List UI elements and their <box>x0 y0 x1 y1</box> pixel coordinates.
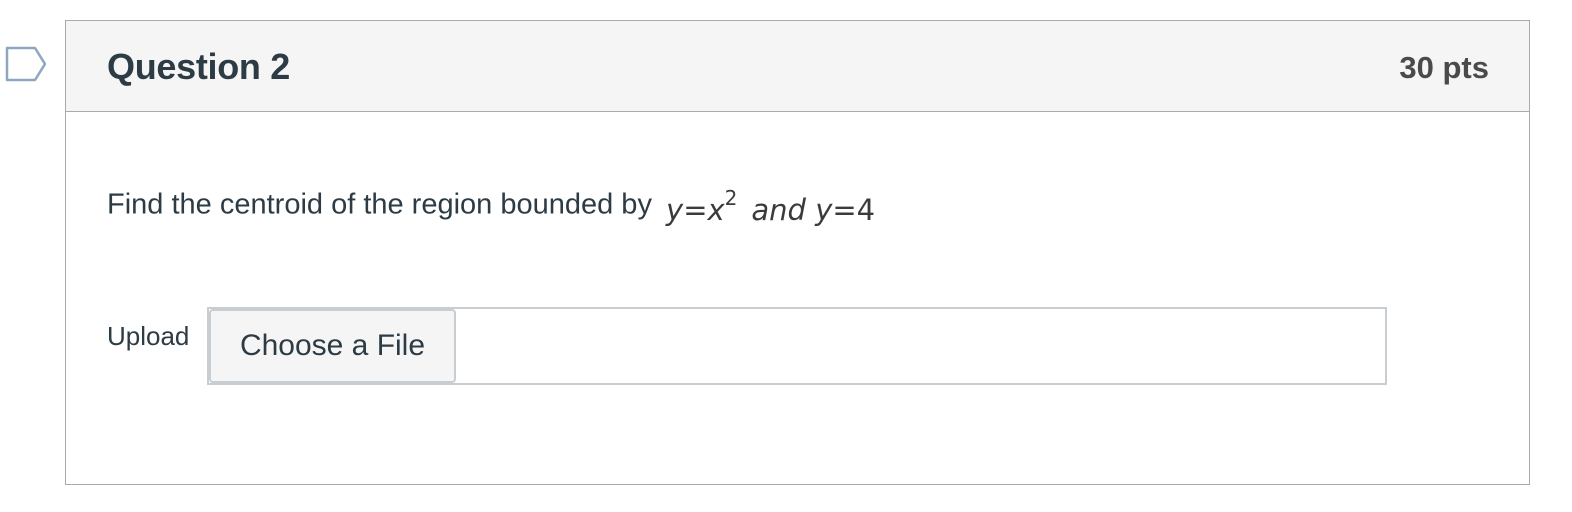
upload-label: Upload <box>107 321 190 351</box>
math-equals-1: = <box>683 192 708 227</box>
question-card: Question 2 30 pts Find the centroid of t… <box>65 20 1530 485</box>
question-text: Find the centroid of the region bounded … <box>107 176 876 227</box>
math-var-x: x <box>707 192 725 227</box>
bookmark-flag-icon[interactable] <box>5 46 47 82</box>
question-header: Question 2 30 pts <box>66 21 1529 112</box>
choose-file-button[interactable]: Choose a File <box>209 309 456 383</box>
math-exponent: 2 <box>724 186 738 210</box>
question-title: Question 2 <box>107 46 291 87</box>
quiz-page: Question 2 30 pts Find the centroid of t… <box>0 0 1572 512</box>
math-var-y1: y <box>666 192 684 227</box>
math-equals-2: = <box>832 192 857 227</box>
file-upload-field[interactable]: Choose a File <box>207 307 1387 385</box>
math-four: 4 <box>856 192 876 227</box>
math-expression: y=x2 and y=4 <box>666 186 876 227</box>
question-prompt: Find the centroid of the region bounded … <box>107 188 652 221</box>
math-var-y2: y <box>815 192 833 227</box>
math-and: and <box>751 192 806 227</box>
question-points: 30 pts <box>1399 50 1489 85</box>
